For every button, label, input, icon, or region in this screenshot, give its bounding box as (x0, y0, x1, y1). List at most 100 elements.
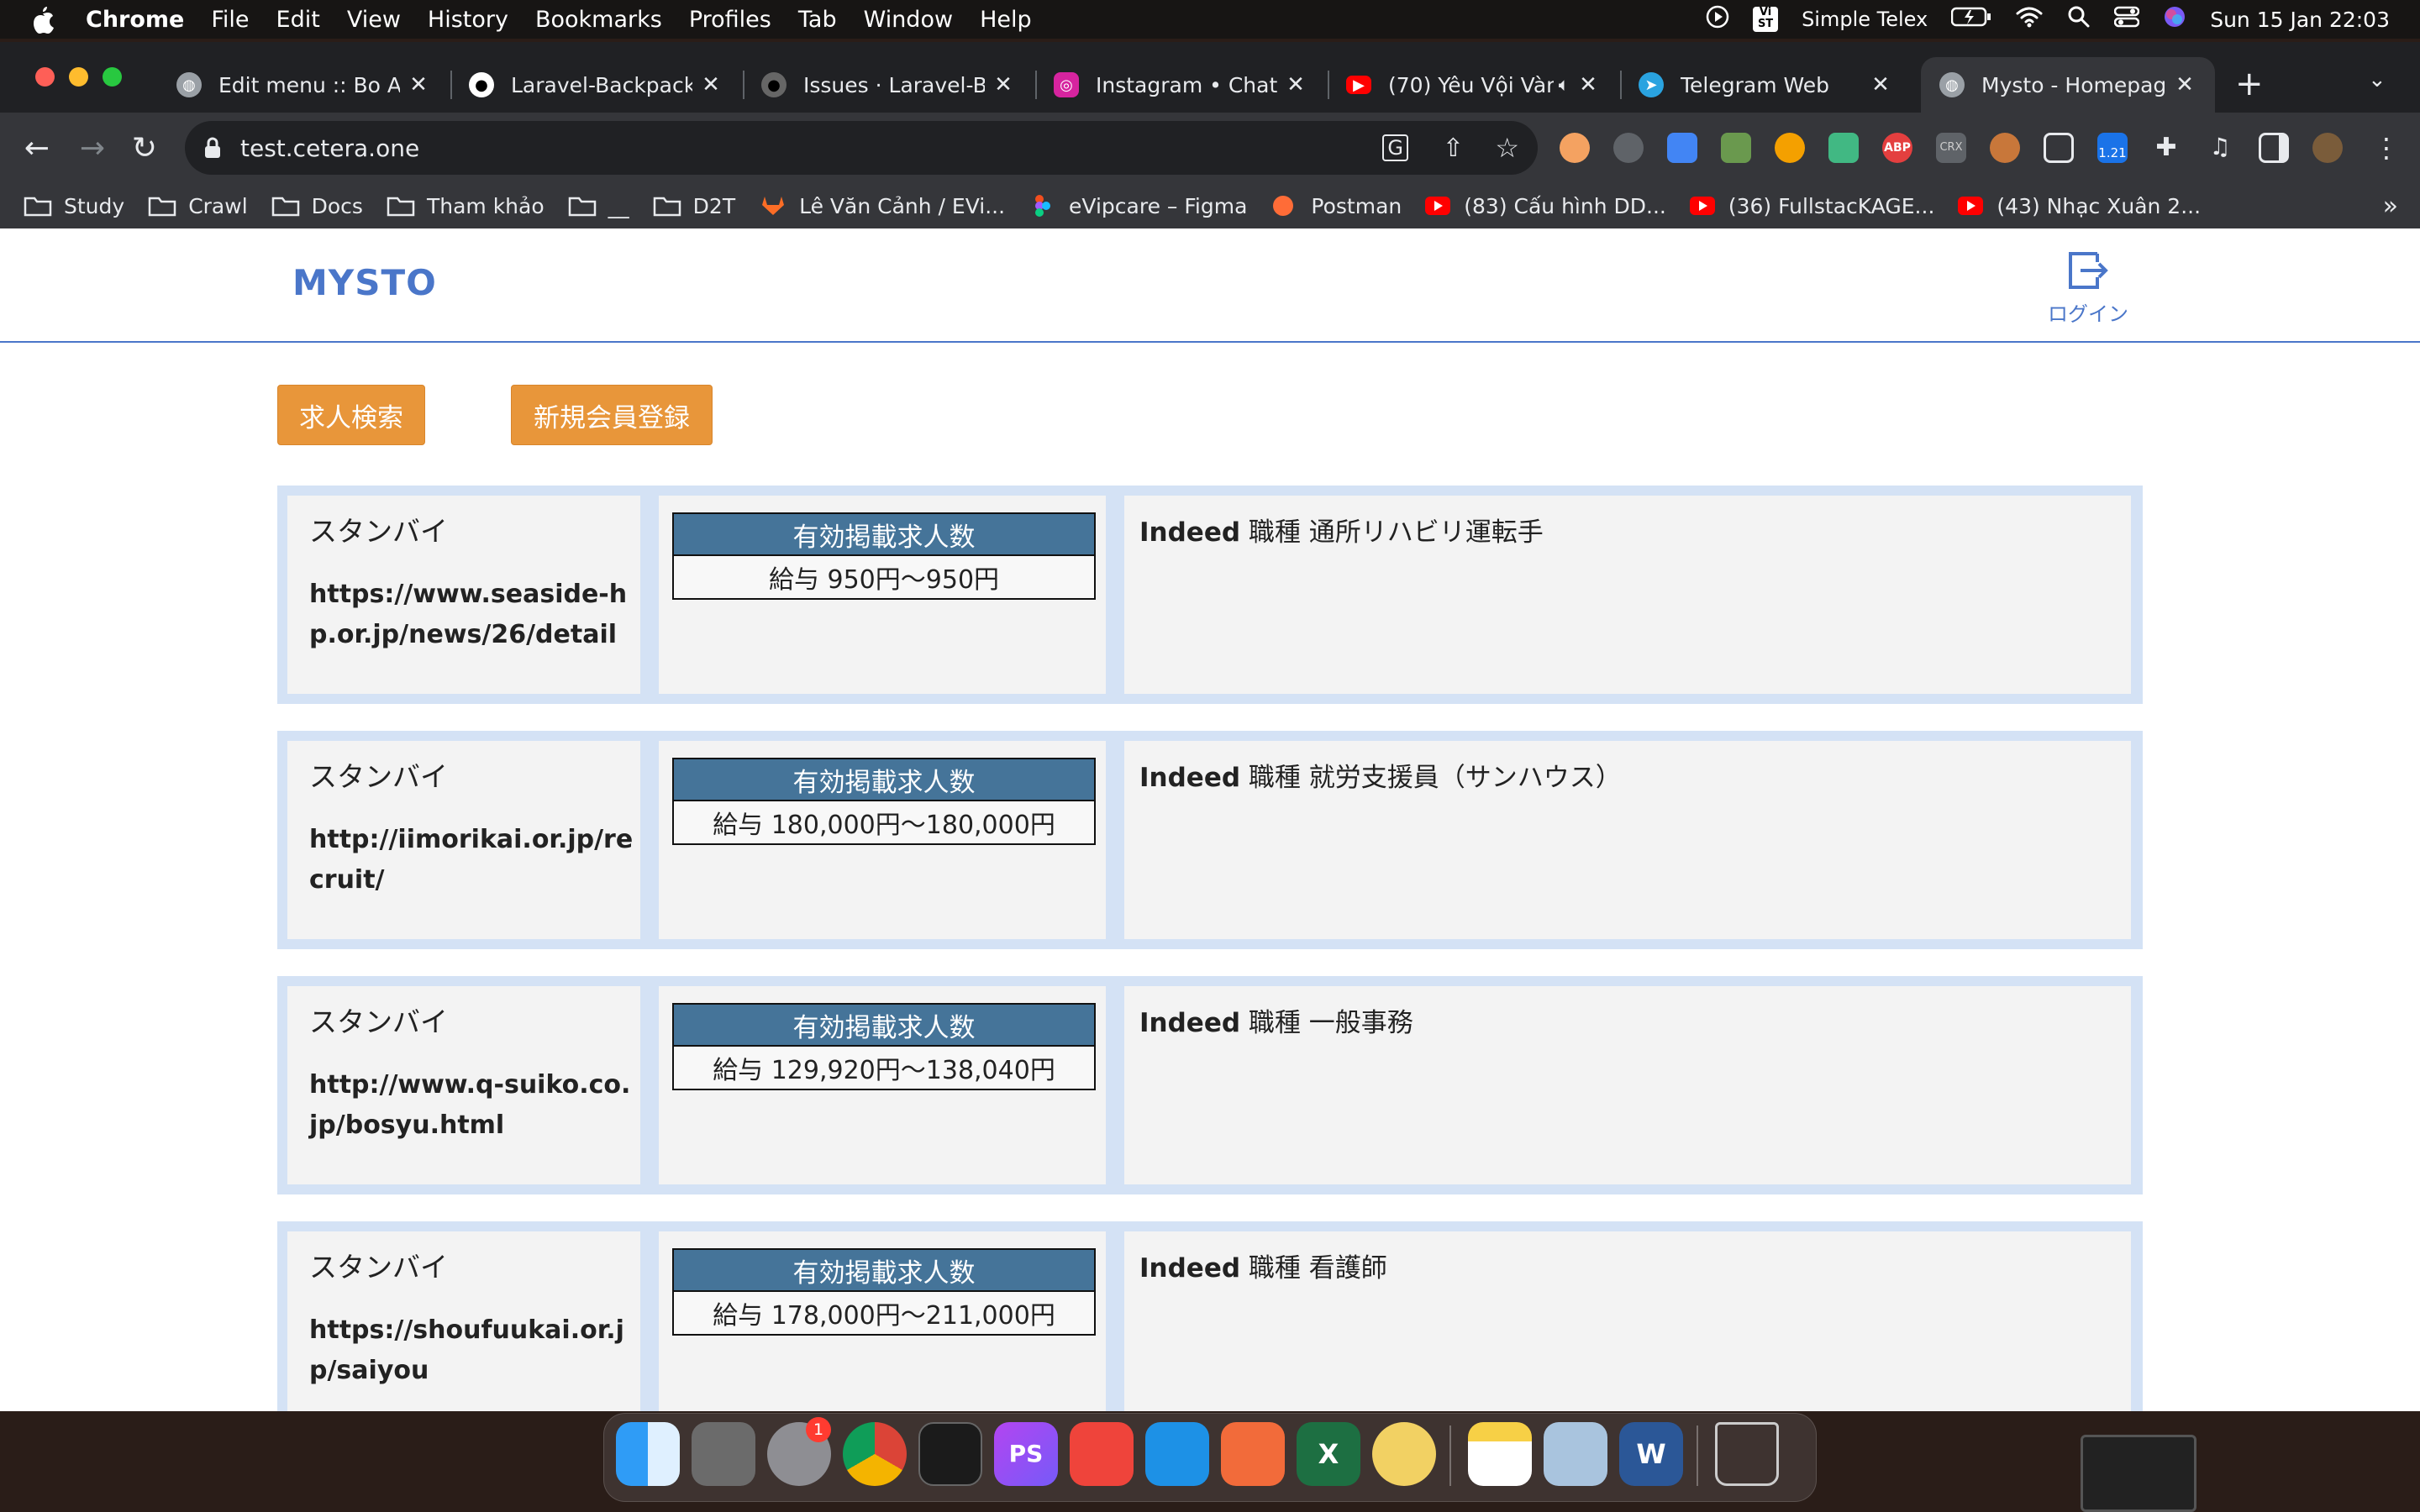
close-tab-icon[interactable]: ✕ (1284, 72, 1307, 97)
menu-view[interactable]: View (347, 7, 401, 33)
notes-icon[interactable] (1468, 1422, 1532, 1486)
bookmark-folder-d2t[interactable]: D2T (653, 194, 735, 218)
tab-instagram[interactable]: ◎ Instagram • Chat ✕ (1042, 57, 1319, 113)
wifi-icon[interactable] (2015, 6, 2044, 34)
anydesk-icon[interactable] (1070, 1422, 1134, 1486)
input-method-icon[interactable]: Vi ST (1753, 7, 1779, 32)
bookmark-folder-study[interactable]: Study (24, 194, 124, 218)
bookmark-figma[interactable]: eVipcare – Figma (1028, 194, 1247, 218)
chrome-menu-icon[interactable]: ⋮ (2366, 128, 2407, 168)
bookmarks-overflow-button[interactable]: » (2383, 192, 2398, 221)
media-controls-icon[interactable]: ♫ (2205, 133, 2235, 163)
vue-devtools-icon[interactable] (1828, 133, 1859, 163)
tab-laravel-backpack[interactable]: ● Laravel-Backpack/MenuCRUD ✕ (457, 57, 734, 113)
menu-history[interactable]: History (428, 7, 508, 33)
address-url[interactable]: test.cetera.one (240, 134, 419, 162)
translate-icon[interactable]: G (1382, 134, 1408, 161)
finder-icon[interactable] (616, 1422, 680, 1486)
control-center-icon[interactable] (2113, 6, 2140, 34)
bookmark-youtube-2[interactable]: (36) FullstacKAGE... (1689, 194, 1934, 218)
menu-file[interactable]: File (211, 7, 249, 33)
listing-url[interactable]: http://www.q-suiko.co.jp/bosyu.html (309, 1065, 637, 1146)
terminal-icon[interactable] (918, 1422, 982, 1486)
tab-edit-menu[interactable]: ◍ Edit menu :: Bo Admin ✕ (165, 57, 442, 113)
launchpad-icon[interactable] (692, 1422, 755, 1486)
tab-mysto-homepage[interactable]: ◍ Mysto - Homepage ✕ (1921, 57, 2215, 113)
trash-icon[interactable] (1715, 1422, 1779, 1486)
battery-icon[interactable] (1950, 7, 1991, 33)
menu-edit[interactable]: Edit (276, 7, 320, 33)
phpstorm-icon[interactable]: PS (994, 1422, 1058, 1486)
register-button[interactable]: 新規会員登録 (511, 385, 713, 445)
window-thumbnail[interactable] (2081, 1435, 2196, 1512)
extensions-puzzle-icon[interactable]: ✚ (2151, 133, 2181, 163)
bookmark-star-icon[interactable]: ☆ (1495, 132, 1519, 164)
extension-cookie-icon[interactable] (1990, 133, 2020, 163)
siri-icon[interactable] (2163, 5, 2186, 34)
new-tab-button[interactable]: + (2235, 67, 2264, 101)
extension-window-icon[interactable] (2044, 133, 2074, 163)
forward-button[interactable]: → (72, 128, 113, 168)
listing-url[interactable]: https://shoufuukai.or.jp/saiyou (309, 1310, 637, 1391)
extension-gear-icon[interactable] (1613, 133, 1644, 163)
bookmark-youtube-1[interactable]: (83) Cấu hình DD... (1425, 194, 1666, 218)
menu-app-name[interactable]: Chrome (86, 7, 184, 33)
login-link[interactable]: ログイン (2042, 250, 2134, 327)
menu-tab[interactable]: Tab (798, 7, 837, 33)
menu-help[interactable]: Help (980, 7, 1032, 33)
close-tab-icon[interactable]: ✕ (992, 72, 1015, 97)
close-tab-icon[interactable]: ✕ (407, 72, 430, 97)
listing-url[interactable]: http://iimorikai.or.jp/recruit/ (309, 820, 637, 900)
extension-leaf-icon[interactable] (1721, 133, 1751, 163)
bookmark-folder-docs[interactable]: Docs (271, 194, 363, 218)
bookmark-folder-underscore[interactable]: __ (568, 194, 629, 218)
lock-icon[interactable] (203, 136, 222, 160)
word-icon[interactable]: W (1619, 1422, 1683, 1486)
bookmark-youtube-3[interactable]: (43) Nhạc Xuân 2... (1958, 194, 2201, 218)
spotlight-search-icon[interactable] (2067, 5, 2091, 34)
extension-counter-icon[interactable]: 1.21 (2097, 133, 2128, 163)
apple-icon[interactable] (30, 0, 74, 39)
sequel-icon[interactable] (1372, 1422, 1436, 1486)
listing-url[interactable]: https://www.seaside-hp.or.jp/news/26/det… (309, 575, 637, 655)
menu-window[interactable]: Window (864, 7, 953, 33)
menu-bookmarks[interactable]: Bookmarks (535, 7, 662, 33)
reload-button[interactable]: ↻ (124, 128, 165, 168)
share-icon[interactable]: ⇧ (1443, 134, 1464, 163)
play-icon[interactable] (1706, 5, 1729, 34)
bookmark-postman[interactable]: Postman (1270, 194, 1402, 218)
bookmark-folder-tham-khao[interactable]: Tham khảo (387, 194, 544, 218)
tab-search-chevron-icon[interactable]: ⌄ (2368, 67, 2386, 92)
tab-youtube[interactable]: ▶ (70) Yêu Vội Vàng 🔈︎ ✕ (1334, 57, 1612, 113)
close-window-button[interactable] (35, 67, 55, 87)
speaker-icon[interactable]: 🔈︎ (1559, 75, 1570, 96)
docker-icon[interactable] (1145, 1422, 1209, 1486)
address-bar[interactable]: test.cetera.one G ⇧ ☆ (185, 121, 1538, 175)
sketch-icon[interactable] (1221, 1422, 1285, 1486)
crx-icon[interactable]: CRX (1936, 133, 1966, 163)
close-tab-icon[interactable]: ✕ (699, 72, 723, 97)
close-tab-icon[interactable]: ✕ (1869, 72, 1892, 97)
tab-issues[interactable]: ● Issues · Laravel-Backpack ✕ (750, 57, 1027, 113)
extension-1-icon[interactable] (1560, 133, 1590, 163)
extension-moon-icon[interactable] (1775, 133, 1805, 163)
side-panel-icon[interactable] (2259, 133, 2289, 163)
profile-avatar[interactable] (2312, 133, 2343, 163)
job-search-button[interactable]: 求人検索 (277, 385, 425, 445)
preview-icon[interactable] (1544, 1422, 1607, 1486)
clock[interactable]: Sun 15 Jan 22:03 (2210, 8, 2390, 32)
bookmark-folder-crawl[interactable]: Crawl (148, 194, 248, 218)
input-method-label[interactable]: Simple Telex (1802, 8, 1928, 31)
close-tab-icon[interactable]: ✕ (2173, 72, 2196, 97)
menu-profiles[interactable]: Profiles (689, 7, 771, 33)
bookmark-gitlab[interactable]: Lê Văn Cảnh / EVi... (759, 194, 1005, 218)
excel-icon[interactable]: X (1297, 1422, 1360, 1486)
google-translate-icon[interactable] (1667, 133, 1697, 163)
minimize-window-button[interactable] (69, 67, 88, 87)
close-tab-icon[interactable]: ✕ (1576, 72, 1600, 97)
adblock-icon[interactable]: ABP (1882, 133, 1912, 163)
tab-telegram[interactable]: ➤ Telegram Web ✕ (1627, 57, 1904, 113)
back-button[interactable]: ← (17, 128, 57, 168)
site-logo[interactable]: MYSTO (292, 262, 437, 303)
chrome-icon[interactable] (843, 1422, 907, 1486)
